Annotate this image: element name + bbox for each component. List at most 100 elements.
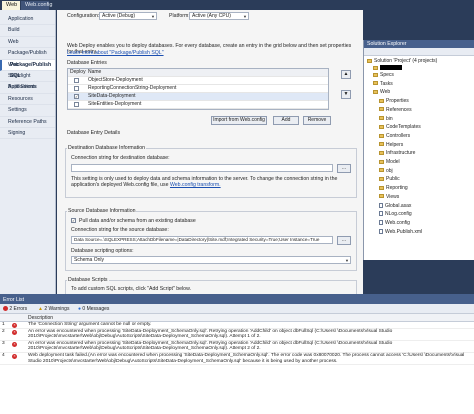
error-row[interactable]: 1 × The 'Connection String' argument canno…	[0, 322, 474, 329]
tree-item[interactable]: Infrastructure	[379, 150, 415, 156]
source-title: Source Database Information	[67, 208, 137, 214]
tree-item[interactable]: bin	[379, 116, 393, 122]
details-title: Database Entry Details	[67, 130, 121, 136]
folder-icon	[379, 98, 384, 103]
table-row[interactable]: ✓ SiteData-Deployment	[68, 93, 328, 101]
nav-item-application[interactable]: Application	[0, 14, 55, 26]
tree-item[interactable]: References	[379, 107, 412, 113]
tree-item[interactable]: Web	[373, 89, 390, 95]
scripts-title: Database Scripts	[67, 277, 109, 283]
warnings-filter[interactable]: ▲ 2 Warnings	[38, 306, 69, 312]
tab-web-config[interactable]: Web.config	[21, 1, 52, 10]
nav-item-reference-paths[interactable]: Reference Paths	[0, 117, 55, 128]
destination-title: Destination Database Information	[67, 145, 146, 151]
deploy-checkbox[interactable]	[74, 78, 79, 83]
scripting-options-select[interactable]: Schema Only ▼	[71, 256, 351, 264]
entry-name: ReportingConnectionString-Deployment	[88, 85, 177, 91]
source-conn-label: Connection string for the source databas…	[71, 227, 169, 233]
tree-item[interactable]: Web.Publish.xml	[379, 229, 422, 235]
tree-item[interactable]: Specs	[373, 72, 394, 78]
tree-item-label: Global.asax	[385, 202, 412, 209]
folder-icon	[373, 72, 378, 77]
deploy-checkbox[interactable]	[74, 86, 79, 91]
tree-item-label: CodeTemplates	[386, 124, 421, 131]
warning-icon: ▲	[38, 306, 43, 312]
remove-button[interactable]: Remove	[303, 116, 331, 125]
deploy-checkbox[interactable]: ✓	[74, 94, 79, 99]
file-icon	[379, 202, 383, 208]
tree-item-label: Model	[386, 159, 400, 165]
tree-item[interactable]: Properties	[379, 98, 409, 104]
solution-node[interactable]: Solution 'Project' (4 projects)	[367, 58, 437, 64]
configuration-select[interactable]: Active (Debug) ▼	[99, 12, 157, 20]
folder-icon	[379, 133, 384, 138]
entry-name: SiteData-Deployment	[88, 93, 136, 99]
warnings-filter-label: 2 Warnings	[44, 306, 70, 312]
tree-item[interactable]: Public	[379, 176, 400, 182]
nav-item-settings[interactable]: Settings	[0, 105, 55, 117]
webconfig-transform-link[interactable]: Web.config transform.	[170, 182, 221, 188]
tab-web[interactable]: Web	[2, 1, 20, 10]
dest-connection-input[interactable]	[71, 164, 333, 172]
table-row[interactable]: ReportingConnectionString-Deployment	[68, 85, 328, 93]
tree-item[interactable]: Web.config	[379, 220, 410, 226]
import-from-webconfig-button[interactable]: Import from Web.config	[211, 116, 267, 125]
nav-item-resources[interactable]: Resources	[0, 94, 55, 106]
solution-explorer-toolbar	[364, 48, 474, 56]
error-description: The 'Connection String' argument cannot …	[28, 322, 152, 327]
source-connection-input[interactable]: Data Source=.\SQLEXPRESS;AttachDbFilenam…	[71, 236, 333, 244]
pull-data-checkbox[interactable]: ✓	[71, 218, 76, 223]
tree-item[interactable]: Reporting	[379, 185, 408, 191]
folder-icon	[379, 124, 384, 129]
error-icon: ×	[12, 329, 17, 335]
file-icon	[379, 211, 383, 217]
error-list-header: Description	[0, 314, 474, 322]
tree-item[interactable]: Tasks	[373, 81, 393, 87]
learn-more-link[interactable]: Learn more about "Package/Publish SQL"	[67, 50, 164, 56]
platform-select[interactable]: Active (Any CPU) ▼	[189, 12, 249, 20]
tree-item-label: NLog.config	[385, 211, 412, 218]
source-browse-button[interactable]: ...	[337, 236, 351, 245]
error-row[interactable]: 3 × An error was encountered when processi…	[0, 341, 474, 353]
editor-background-lower	[363, 260, 474, 294]
nav-item-signing[interactable]: Signing	[0, 128, 55, 140]
nav-item-build[interactable]: Build	[0, 25, 55, 37]
move-up-button[interactable]: ▲	[341, 70, 351, 79]
add-button[interactable]: Add	[273, 116, 299, 125]
error-icon: ×	[12, 341, 17, 347]
errors-filter[interactable]: 2 Errors	[3, 306, 27, 312]
error-description: An error was encountered when processing…	[28, 340, 393, 352]
tree-item[interactable]: Controllers	[379, 133, 410, 139]
error-row[interactable]: 4 × Web deployment task failed.(An error w…	[0, 352, 474, 366]
tree-item-label: Reporting	[386, 185, 408, 192]
redacted-label	[380, 65, 402, 71]
tree-item[interactable]: Global.asax	[379, 203, 411, 209]
messages-filter[interactable]: ● 0 Messages	[78, 306, 109, 312]
tree-item[interactable]: Views	[379, 194, 399, 200]
deploy-checkbox[interactable]	[74, 102, 79, 107]
nav-item-silverlight[interactable]: Silverlight Applications	[0, 71, 55, 90]
error-description: An error was encountered when processing…	[28, 328, 393, 340]
file-icon	[379, 228, 383, 234]
error-row[interactable]: 2 × An error was encountered when processi…	[0, 329, 474, 341]
move-down-button[interactable]: ▼	[341, 90, 351, 99]
folder-icon	[379, 150, 384, 155]
tree-item[interactable]: Helpers	[379, 142, 403, 148]
table-row[interactable]: ObjectStore-Deployment	[68, 77, 328, 85]
redacted-project-node[interactable]	[373, 65, 402, 71]
tree-item[interactable]: obj	[379, 168, 393, 174]
nav-item-web[interactable]: Web	[0, 37, 55, 49]
nav-item-package-publish-web[interactable]: Package/Publish Web	[0, 48, 55, 68]
dest-browse-button[interactable]: ...	[337, 164, 351, 173]
nav-item-build-events[interactable]: Build Events	[0, 82, 55, 94]
tree-item[interactable]: NLog.config	[379, 211, 412, 217]
folder-icon	[379, 142, 384, 147]
col-description[interactable]: Description	[28, 314, 53, 322]
tree-item[interactable]: CodeTemplates	[379, 124, 421, 130]
tree-item-label: Views	[386, 193, 400, 200]
error-icon	[3, 306, 8, 312]
tree-item-label: Public	[386, 176, 400, 183]
tree-item[interactable]: Model	[379, 159, 400, 165]
table-row[interactable]: SiteEntities-Deployment	[68, 101, 328, 109]
error-description: Web deployment task failed.(An error was…	[28, 352, 465, 364]
